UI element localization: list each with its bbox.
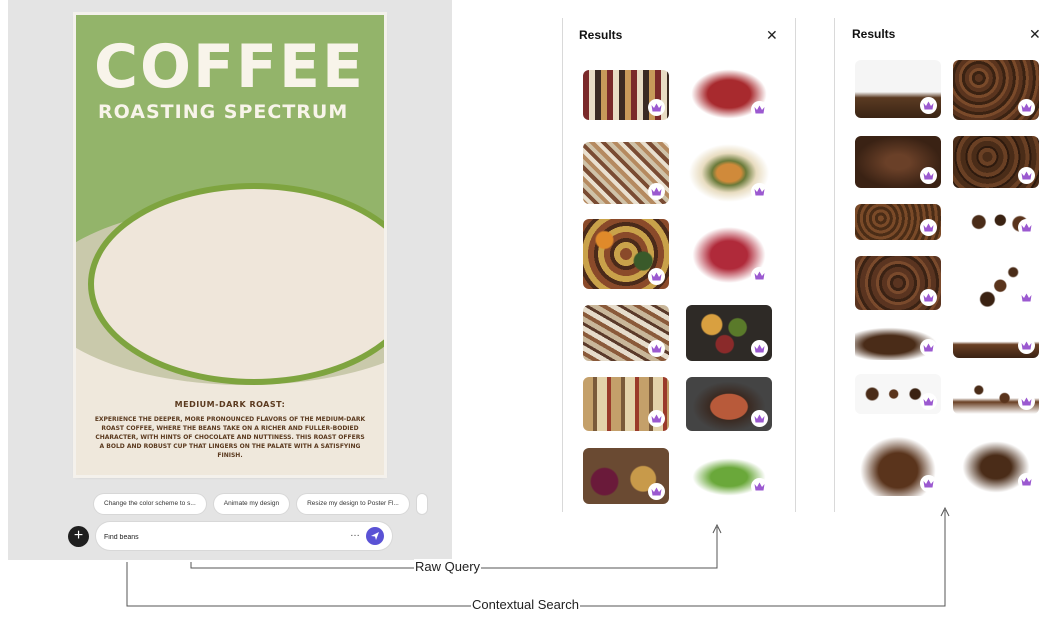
contextual-search-label: Contextual Search <box>471 597 580 612</box>
annotation-arrows <box>126 506 950 607</box>
raw-query-label: Raw Query <box>414 559 482 574</box>
